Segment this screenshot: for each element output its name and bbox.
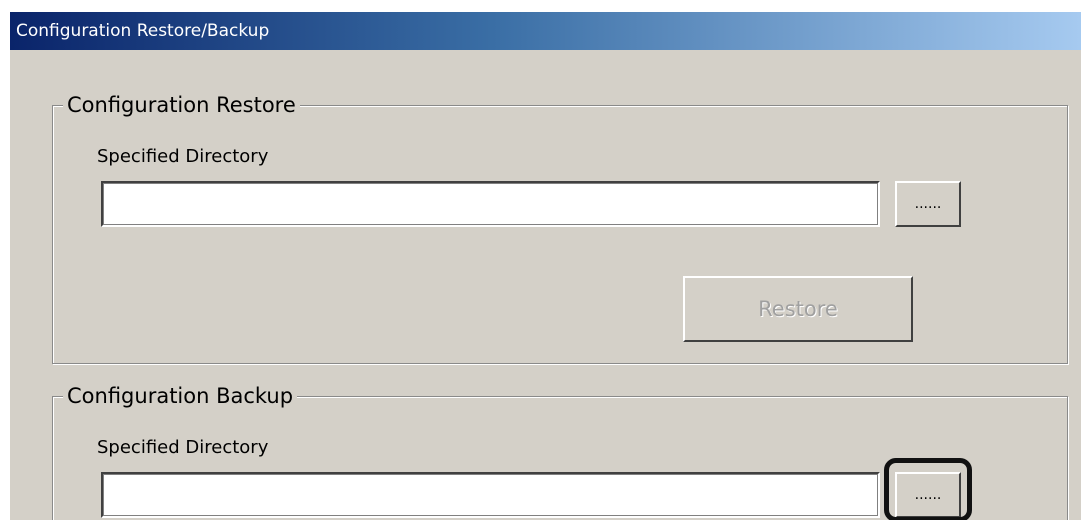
restore-directory-input[interactable]	[101, 181, 880, 227]
configuration-backup-group: Configuration Backup Specified Directory…	[52, 382, 1068, 520]
backup-directory-label: Specified Directory	[97, 437, 269, 458]
restore-button[interactable]: Restore	[683, 276, 913, 342]
restore-directory-label: Specified Directory	[97, 146, 269, 167]
backup-directory-input[interactable]	[101, 472, 880, 518]
backup-group-legend: Configuration Backup	[63, 382, 298, 410]
configuration-restore-group: Configuration Restore Specified Director…	[52, 91, 1068, 364]
backup-browse-button[interactable]: ......	[895, 472, 961, 518]
restore-browse-button[interactable]: ......	[895, 181, 961, 227]
window-title: Configuration Restore/Backup	[16, 21, 270, 41]
titlebar[interactable]: Configuration Restore/Backup	[10, 12, 1081, 50]
restore-group-legend: Configuration Restore	[63, 91, 300, 119]
config-restore-backup-window: Configuration Restore/Backup Configurati…	[10, 12, 1081, 520]
